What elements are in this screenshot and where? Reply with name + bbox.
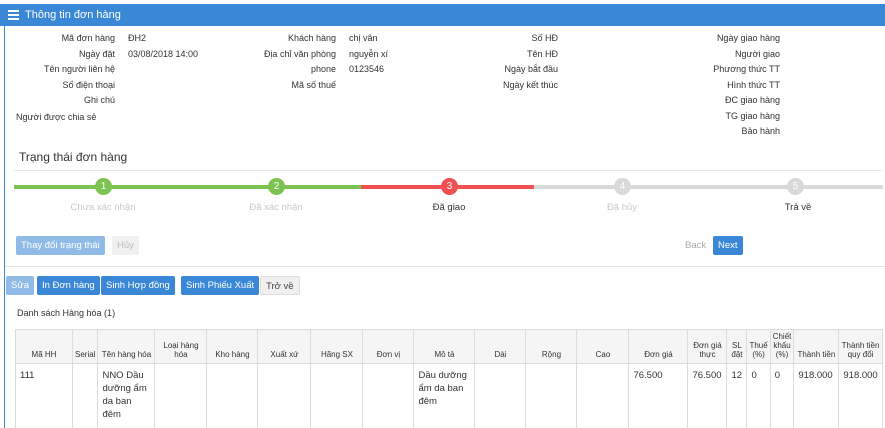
info-row-office-address: Địa chỉ văn phòng nguyễn xí — [263, 48, 389, 59]
goods-table-header: Mã HH Serial Tên hàng hóa Loại hàng hóa … — [15, 329, 883, 364]
col-header-width: Rộng — [525, 329, 578, 364]
info-row-start-date: Ngày bắt đầu — [504, 64, 558, 74]
col-header-real-price: Đơn giá thực — [687, 329, 728, 364]
info-row-customer-phone: phone 0123546 — [310, 64, 385, 74]
cell-description: Dầu dưỡng ẩm da ban đêm — [413, 363, 476, 428]
col-header-amount: Thành tiền — [793, 329, 840, 364]
step-5-label: Trả về — [784, 202, 812, 213]
col-header-converted-amount: Thành tiền quy đổi — [838, 329, 883, 364]
change-status-button[interactable]: Thay đổi trạng thái — [16, 236, 105, 255]
progress-track-done — [14, 185, 361, 189]
info-row-warranty: Bảo hành — [741, 126, 780, 136]
step-3-label: Đã giao — [432, 202, 466, 213]
next-step-button[interactable]: Next — [713, 236, 743, 255]
step-1-marker[interactable]: 1 — [95, 178, 112, 195]
progress-track-todo — [534, 185, 883, 189]
page-header: Thông tin đơn hàng — [0, 4, 885, 26]
cell-origin — [257, 363, 312, 428]
col-header-serial: Serial — [71, 329, 99, 364]
cell-quantity: 12 — [726, 363, 748, 428]
page-title: Thông tin đơn hàng — [25, 9, 121, 21]
step-2-marker[interactable]: 2 — [268, 178, 285, 195]
table-row[interactable]: 111 NNO Dầu dưỡng ẩm da ban đêm Dầu dưỡn… — [15, 363, 883, 428]
info-row-delivery-address: ĐC giao hàng — [724, 95, 780, 105]
col-header-description: Mô tả — [413, 329, 476, 364]
cancel-status-button[interactable]: Hủy — [112, 236, 139, 255]
step-1-label: Chưa xác nhận — [70, 202, 136, 213]
cell-tax: 0 — [746, 363, 771, 428]
cell-real-price: 76.500 — [687, 363, 728, 428]
col-header-quantity: SL đặt — [726, 329, 748, 364]
info-col-4: Ngày giao hàng Người giao Phương thức TT… — [680, 31, 793, 140]
step-5-marker[interactable]: 5 — [787, 178, 804, 195]
info-row-end-date: Ngày kết thúc — [502, 79, 558, 90]
info-row-customer: Khách hàng chị vân — [287, 33, 378, 43]
goods-table: Mã HH Serial Tên hàng hóa Loại hàng hóa … — [15, 329, 883, 428]
info-row-delivery-time: TG giao hàng — [725, 110, 780, 121]
info-row-note: Ghi chú — [83, 95, 115, 105]
col-header-manufacturer: Hãng SX — [310, 329, 364, 364]
info-row-tax-code: Mã số thuế — [291, 79, 336, 90]
left-border — [4, 26, 5, 428]
info-col-1: Mã đơn hàng ĐH2 Ngày đặt 03/08/2018 14:00 … — [10, 31, 198, 109]
info-row-payment-form: Hình thức TT — [727, 79, 780, 90]
print-order-button[interactable]: In Đơn hàng — [37, 276, 100, 295]
cell-length — [474, 363, 527, 428]
info-row-contract-name: Tên HĐ — [526, 48, 558, 59]
col-header-warehouse: Kho hàng — [206, 329, 259, 364]
menu-icon[interactable] — [8, 8, 19, 22]
info-row-phone: Số điện thoại — [62, 79, 115, 90]
cell-serial — [71, 363, 99, 428]
actions-divider — [5, 266, 885, 267]
info-row-delivery-date: Ngày giao hàng — [716, 33, 780, 43]
cell-height — [576, 363, 630, 428]
info-row-order-code: Mã đơn hàng ĐH2 — [61, 33, 147, 43]
info-row-order-date: Ngày đặt 03/08/2018 14:00 — [78, 48, 199, 59]
cell-warehouse — [206, 363, 259, 428]
info-col-2: Khách hàng chị vân Địa chỉ văn phòng nguyễ… — [230, 31, 388, 93]
cell-manufacturer — [310, 363, 364, 428]
col-header-tax: Thuế (%) — [746, 329, 771, 364]
goods-list-title: Danh sách Hàng hóa (1) — [17, 308, 116, 318]
section-divider — [14, 170, 882, 171]
info-row-deliverer: Người giao — [735, 48, 780, 59]
info-row-payment-method: Phương thức TT — [713, 64, 780, 74]
cell-amount: 918.000 — [793, 363, 840, 428]
col-header-category: Loại hàng hóa — [154, 329, 208, 364]
cell-width — [525, 363, 578, 428]
status-section-title: Trạng thái đơn hàng — [19, 150, 128, 164]
cell-name: NNO Dầu dưỡng ẩm da ban đêm — [97, 363, 156, 428]
col-header-unit: Đơn vị — [362, 329, 415, 364]
col-header-unit-price: Đơn giá — [628, 329, 689, 364]
back-step-button[interactable]: Back — [685, 240, 706, 251]
info-col-3: Số HĐ Tên HĐ Ngày bắt đầu Ngày kết thúc — [458, 31, 571, 93]
step-4-label: Đã hủy — [606, 202, 638, 213]
info-row-contract-no: Số HĐ — [531, 33, 558, 43]
cell-unit-price: 76.500 — [628, 363, 689, 428]
step-4-marker[interactable]: 4 — [614, 178, 631, 195]
cell-code: 111 — [15, 363, 73, 428]
generate-contract-button[interactable]: Sinh Hợp đồng — [101, 276, 175, 295]
col-header-height: Cao — [576, 329, 630, 364]
info-row-contact: Tên người liên hệ — [44, 64, 115, 74]
edit-button[interactable]: Sửa — [6, 276, 34, 295]
cell-category — [154, 363, 208, 428]
return-button[interactable]: Trở về — [260, 276, 300, 295]
cell-unit — [362, 363, 415, 428]
cell-discount: 0 — [769, 363, 795, 428]
col-header-discount: Chiết khấu (%) — [769, 329, 795, 364]
cell-converted-amount: 918.000 — [838, 363, 883, 428]
col-header-length: Dài — [474, 329, 527, 364]
generate-export-slip-button[interactable]: Sinh Phiếu Xuất — [181, 276, 260, 295]
step-3-marker[interactable]: 3 — [441, 178, 458, 195]
col-header-origin: Xuất xứ — [257, 329, 312, 364]
col-header-code: Mã HH — [15, 329, 73, 364]
step-2-label: Đã xác nhận — [249, 202, 303, 213]
shared-with-label: Người được chia sẻ — [16, 112, 97, 122]
col-header-name: Tên hàng hóa — [97, 329, 156, 364]
